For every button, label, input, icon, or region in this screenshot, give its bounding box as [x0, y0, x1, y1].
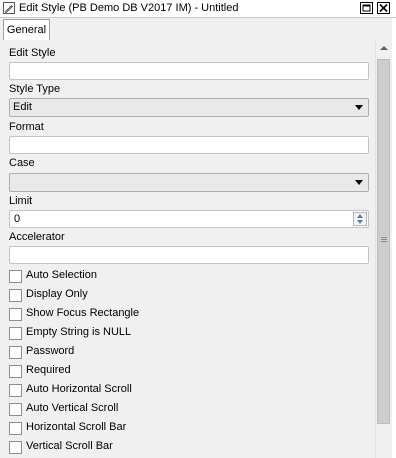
- close-button[interactable]: [377, 2, 390, 14]
- checkbox-box[interactable]: [9, 403, 22, 416]
- close-icon: [379, 3, 388, 13]
- case-label: Case: [9, 157, 35, 169]
- limit-spinner[interactable]: 0: [9, 210, 369, 228]
- checkbox-label: Password: [26, 345, 75, 357]
- accelerator-input[interactable]: [9, 246, 369, 264]
- window-edge: [392, 18, 396, 458]
- scroll-up-arrow-icon[interactable]: [380, 46, 388, 50]
- tab-strip: General: [0, 18, 396, 41]
- format-input[interactable]: [9, 136, 369, 154]
- checkbox-box[interactable]: [9, 270, 22, 283]
- accelerator-label: Accelerator: [9, 231, 65, 243]
- checkbox-label: Required: [26, 364, 71, 376]
- tab-general[interactable]: General: [3, 19, 50, 40]
- checkbox-box[interactable]: [9, 384, 22, 397]
- grip-line: [381, 239, 387, 240]
- checkbox-label: Display Only: [26, 288, 88, 300]
- restore-icon: [362, 4, 371, 12]
- limit-value: 0: [14, 213, 21, 225]
- style-type-dropdown[interactable]: Edit: [9, 98, 369, 117]
- edit-style-input[interactable]: [9, 62, 369, 80]
- checkbox-box[interactable]: [9, 327, 22, 340]
- style-type-value: Edit: [13, 101, 32, 113]
- chevron-down-icon: [355, 105, 363, 110]
- checkbox-label: Auto Horizontal Scroll: [26, 383, 132, 395]
- checkbox-label: Auto Selection: [26, 269, 97, 281]
- window-title: Edit Style (PB Demo DB V2017 IM) - Untit…: [19, 2, 239, 14]
- arrow-down-icon: [357, 220, 363, 224]
- scrollbar-thumb[interactable]: [377, 59, 390, 424]
- checkbox-label: Auto Vertical Scroll: [26, 402, 119, 414]
- checkbox-box[interactable]: [9, 365, 22, 378]
- grip-line: [381, 241, 387, 242]
- properties-panel: Edit Style Style Type Edit Format Case L…: [0, 40, 375, 458]
- vertical-scrollbar[interactable]: [375, 40, 392, 458]
- checkbox-box[interactable]: [9, 422, 22, 435]
- chevron-down-icon: [355, 180, 363, 185]
- title-bar: Edit Style (PB Demo DB V2017 IM) - Untit…: [0, 0, 396, 18]
- checkbox-label: Horizontal Scroll Bar: [26, 421, 127, 433]
- restore-button[interactable]: [360, 2, 373, 14]
- checkbox-box[interactable]: [9, 289, 22, 302]
- checkbox-box[interactable]: [9, 346, 22, 359]
- edit-style-label: Edit Style: [9, 47, 56, 59]
- edit-pencil-icon: [3, 2, 15, 14]
- case-dropdown[interactable]: [9, 173, 369, 192]
- checkbox-label: Empty String is NULL: [26, 326, 132, 338]
- limit-label: Limit: [9, 195, 33, 207]
- checkbox-box[interactable]: [9, 441, 22, 454]
- checkbox-label: Show Focus Rectangle: [26, 307, 140, 319]
- style-type-label: Style Type: [9, 83, 61, 95]
- checkbox-box[interactable]: [9, 308, 22, 321]
- arrow-up-icon: [357, 214, 363, 218]
- spin-buttons[interactable]: [353, 212, 367, 226]
- checkbox-label: Vertical Scroll Bar: [26, 440, 113, 452]
- format-label: Format: [9, 121, 44, 133]
- grip-line: [381, 237, 387, 238]
